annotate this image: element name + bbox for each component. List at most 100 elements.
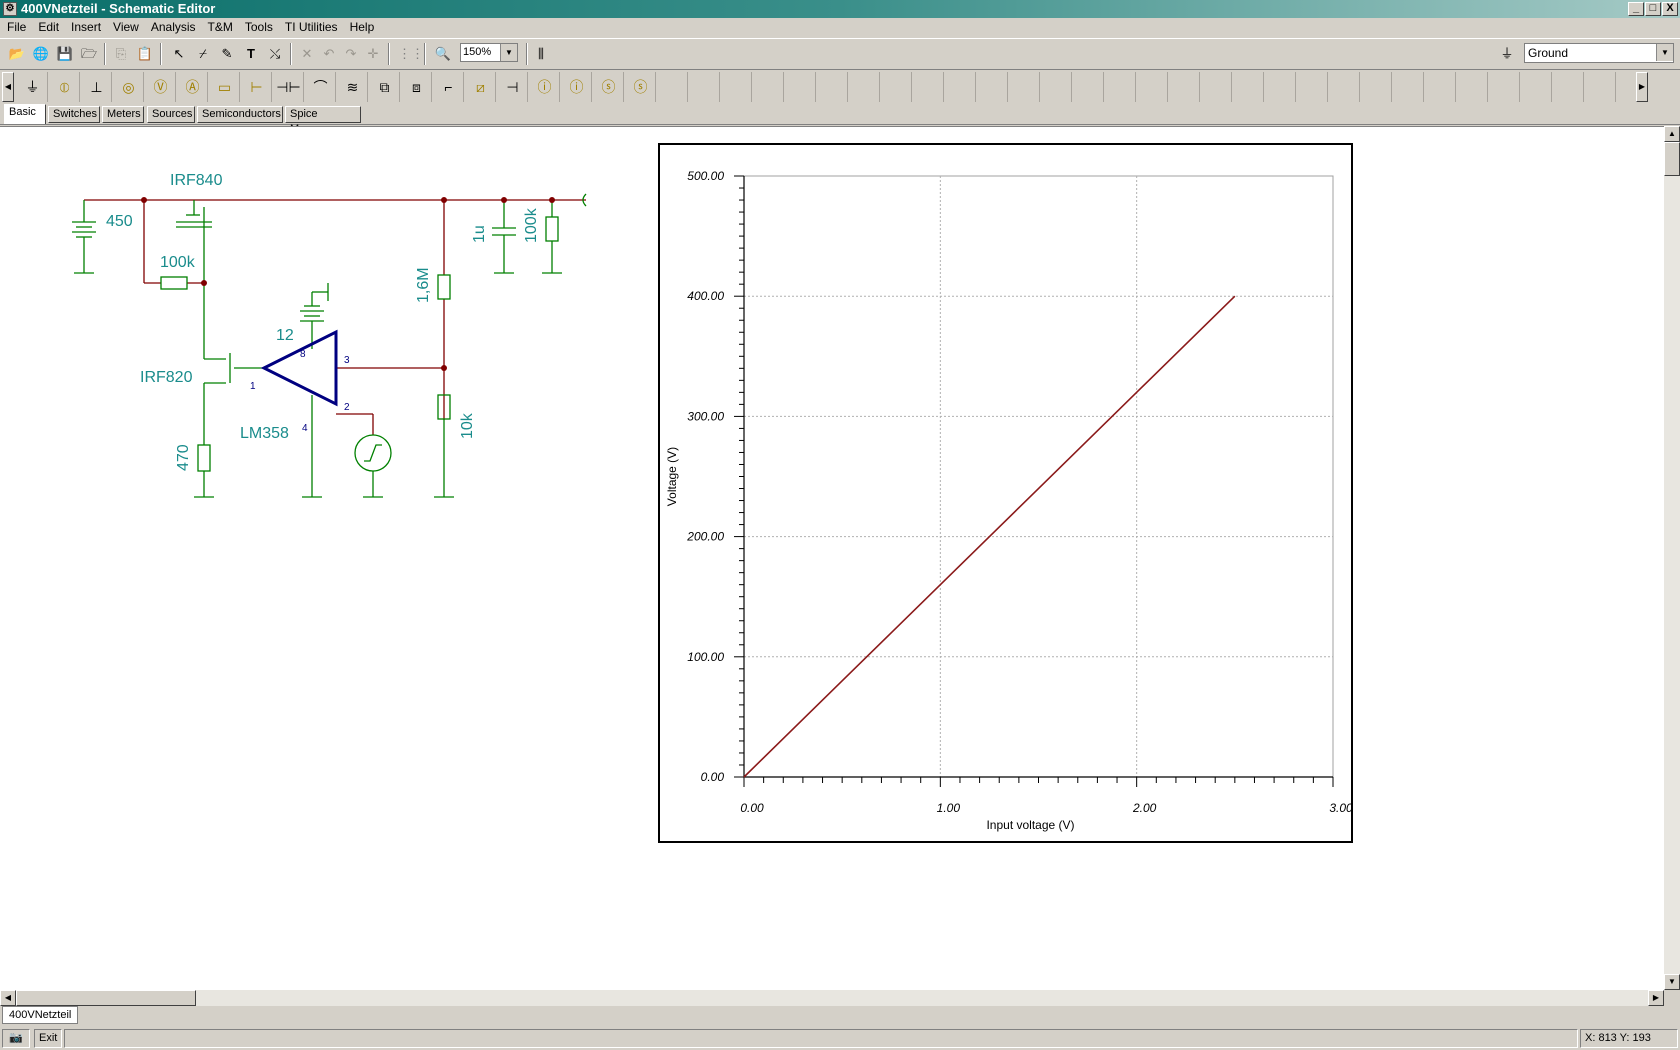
horizontal-scrollbar[interactable]: ◀ ▶	[0, 990, 1664, 1006]
component-wizard-icon[interactable]: ⫼	[530, 43, 552, 65]
empty-slot[interactable]	[1330, 72, 1360, 102]
pen-icon[interactable]: ✎	[216, 43, 238, 65]
tab-sources[interactable]: Sources	[147, 106, 195, 123]
ic-source-alt-icon[interactable]: ⓘ	[562, 72, 592, 102]
menu-file[interactable]: File	[7, 20, 26, 34]
zoom-select[interactable]: 150% ▼	[460, 43, 518, 62]
capacitor-icon[interactable]: ⊣⊢	[274, 72, 304, 102]
menu-tools[interactable]: Tools	[245, 20, 273, 34]
coupled-inductor-icon[interactable]: ≋	[338, 72, 368, 102]
empty-slot[interactable]	[882, 72, 912, 102]
menu-tm[interactable]: T&M	[208, 20, 233, 34]
is-source-alt-icon[interactable]: ⓢ	[626, 72, 656, 102]
empty-slot[interactable]	[946, 72, 976, 102]
open-folder-icon[interactable]: 📂	[6, 43, 28, 65]
empty-slot[interactable]	[1234, 72, 1264, 102]
ground-select[interactable]: Ground ▼	[1524, 43, 1674, 63]
empty-slot[interactable]	[1202, 72, 1232, 102]
empty-slot[interactable]	[1266, 72, 1296, 102]
vertical-scroll-thumb[interactable]	[1664, 142, 1680, 176]
empty-slot[interactable]	[754, 72, 784, 102]
potentiometer-icon[interactable]: ⊢	[242, 72, 272, 102]
scroll-up-icon[interactable]: ▲	[1664, 126, 1680, 142]
is-source-icon[interactable]: ⓢ	[594, 72, 624, 102]
ic-source-icon[interactable]: ⓘ	[530, 72, 560, 102]
tab-semiconductors[interactable]: Semiconductors	[197, 106, 283, 123]
scroll-right-icon[interactable]: ▶	[1648, 990, 1664, 1006]
jumper-icon[interactable]: ⊣	[498, 72, 528, 102]
wire-delete-icon[interactable]: ⤯	[264, 43, 286, 65]
empty-slot[interactable]	[914, 72, 944, 102]
exit-button[interactable]: Exit	[34, 1029, 62, 1048]
resistor-icon[interactable]: ▭	[210, 72, 240, 102]
empty-slot[interactable]	[1362, 72, 1392, 102]
tab-meters[interactable]: Meters	[102, 106, 144, 123]
battery-icon[interactable]: ⊥	[82, 72, 112, 102]
camera-icon[interactable]: 📷	[2, 1029, 30, 1048]
empty-slot[interactable]	[1042, 72, 1072, 102]
paste-icon[interactable]: 📋	[134, 43, 156, 65]
vertical-scrollbar[interactable]: ▲ ▼	[1664, 126, 1680, 990]
ammeter-icon[interactable]: Ⓐ	[178, 72, 208, 102]
empty-slot[interactable]	[1074, 72, 1104, 102]
ground-icon[interactable]: ⏚	[18, 72, 48, 102]
chevron-down-icon[interactable]: ▼	[500, 44, 517, 61]
zoom-icon[interactable]: 🔍	[432, 43, 454, 65]
close-button[interactable]: X	[1662, 2, 1678, 16]
menu-help[interactable]: Help	[350, 20, 375, 34]
empty-slot[interactable]	[1522, 72, 1552, 102]
web-open-icon[interactable]: 🌐	[30, 43, 52, 65]
tab-switches[interactable]: Switches	[48, 106, 100, 123]
empty-slot[interactable]	[1010, 72, 1040, 102]
pin-icon[interactable]: ✛	[362, 43, 384, 65]
undo-icon[interactable]: ↶	[318, 43, 340, 65]
delete-icon[interactable]: ✕	[296, 43, 318, 65]
restore-button[interactable]: □	[1645, 2, 1661, 16]
minimize-button[interactable]: _	[1628, 2, 1644, 16]
empty-slot[interactable]	[690, 72, 720, 102]
save-icon[interactable]: 💾	[54, 43, 76, 65]
empty-slot[interactable]	[1490, 72, 1520, 102]
select-arrow-icon[interactable]: ↖	[168, 43, 190, 65]
empty-slot[interactable]	[850, 72, 880, 102]
menu-ti-utilities[interactable]: TI Utilities	[285, 20, 338, 34]
scroll-right-icon[interactable]: ▶	[1636, 72, 1648, 102]
horizontal-scroll-thumb[interactable]	[16, 990, 196, 1006]
empty-slot[interactable]	[1586, 72, 1616, 102]
wire-tool-icon[interactable]: ⌿	[192, 43, 214, 65]
empty-slot[interactable]	[818, 72, 848, 102]
menu-edit[interactable]: Edit	[38, 20, 59, 34]
plot-window[interactable]: 0.00 1.00 2.00 3.00 0.00 100.00 200.00 300.00 40…	[658, 143, 1353, 843]
chevron-down-icon[interactable]: ▼	[1656, 44, 1673, 61]
empty-slot[interactable]	[1298, 72, 1328, 102]
menu-insert[interactable]: Insert	[71, 20, 101, 34]
inductor-icon[interactable]: ⌒	[306, 72, 336, 102]
empty-slot[interactable]	[1170, 72, 1200, 102]
tab-spice-macros[interactable]: Spice Macros	[285, 106, 361, 135]
empty-slot[interactable]	[1554, 72, 1584, 102]
menu-view[interactable]: View	[113, 20, 139, 34]
app-icon[interactable]: ⚙	[3, 2, 17, 16]
schematic-diagram[interactable]: IRF840 450 100k 12 IRF820 LM358 470 1,6M…	[0, 127, 640, 527]
menu-analysis[interactable]: Analysis	[151, 20, 196, 34]
text-tool-icon[interactable]: T	[240, 43, 262, 65]
variable-resistor-icon[interactable]: ⧄	[466, 72, 496, 102]
scroll-left-icon[interactable]: ◀	[0, 990, 16, 1006]
opamp-triangle[interactable]	[260, 329, 338, 407]
current-source-icon[interactable]: ⦶	[50, 72, 80, 102]
empty-slot[interactable]	[786, 72, 816, 102]
tab-basic[interactable]: Basic	[4, 104, 46, 124]
empty-slot[interactable]	[1394, 72, 1424, 102]
empty-slot[interactable]	[722, 72, 752, 102]
empty-slot[interactable]	[1106, 72, 1136, 102]
empty-slot[interactable]	[658, 72, 688, 102]
ground-picker-icon[interactable]: ⏚	[1496, 43, 1518, 65]
open-file-icon[interactable]: 🗁	[78, 43, 100, 65]
document-tab[interactable]: 400VNetzteil	[2, 1006, 79, 1024]
empty-slot[interactable]	[1458, 72, 1488, 102]
switch-icon[interactable]: ⌐	[434, 72, 464, 102]
empty-slot[interactable]	[1426, 72, 1456, 102]
voltmeter-icon[interactable]: Ⓥ	[146, 72, 176, 102]
voltage-source-icon[interactable]: ◎	[114, 72, 144, 102]
copy-icon[interactable]: ⎘	[110, 43, 132, 65]
